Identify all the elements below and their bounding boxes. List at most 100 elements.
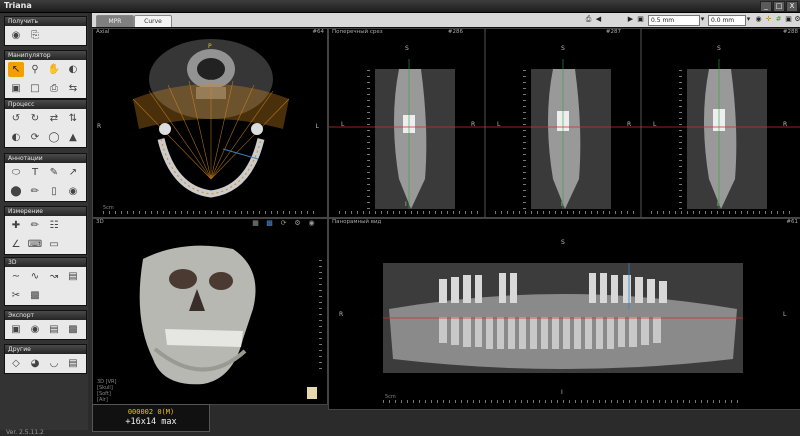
scale-ruler <box>651 211 791 214</box>
probe-icon[interactable]: ✏ <box>27 218 43 233</box>
fit-icon[interactable]: ▣ <box>8 81 24 96</box>
cross-section-view[interactable]: Поперечный срез #286 #287 #288 S I L R S… <box>328 28 800 218</box>
interval-select[interactable]: 0.0 mm <box>708 15 746 26</box>
axial-image <box>132 39 290 198</box>
graph-icon[interactable]: ↝ <box>46 269 62 284</box>
layout-icon[interactable]: ▦ <box>251 219 260 228</box>
nerve-icon[interactable]: ∼ <box>8 269 24 284</box>
ruler-icon[interactable]: ⌨ <box>27 237 43 252</box>
pen-icon[interactable]: ✎ <box>46 165 62 180</box>
panel-measurement: Измерение ✚ ✏ ☷ ∠ ⌨ ▭ <box>4 206 87 255</box>
orient-top: S <box>561 239 565 246</box>
dicom-icon[interactable]: ▩ <box>65 322 81 337</box>
scale-ruler <box>339 211 479 214</box>
settings-icon[interactable]: ⚙ <box>793 15 800 24</box>
version-label: Ver. 2.5.11.2 <box>6 429 44 436</box>
thickness-select[interactable]: 0.5 mm <box>648 15 700 26</box>
next-icon[interactable]: ▶ <box>626 15 635 24</box>
eye-icon[interactable]: ◉ <box>65 184 81 199</box>
camera-icon[interactable]: ◉ <box>307 219 316 228</box>
sharpen-icon[interactable]: ▲ <box>65 130 81 145</box>
arch-icon[interactable]: ◡ <box>46 356 62 371</box>
orient-bottom: I <box>717 201 719 208</box>
status-panel: 000002 0(M) +16x14 max <box>92 404 210 432</box>
panel-title: Процесс <box>5 100 86 109</box>
print-icon[interactable]: ⎙ <box>584 15 593 24</box>
scale-ruler <box>103 211 317 214</box>
tooth-icon[interactable]: ◇ <box>8 356 24 371</box>
eraser-icon[interactable]: ▯ <box>46 184 62 199</box>
reset-icon[interactable]: ⟳ <box>27 130 43 145</box>
chart-icon[interactable]: ▤ <box>65 269 81 284</box>
filter-icon[interactable]: ◯ <box>46 130 62 145</box>
maximize-button[interactable]: □ <box>773 1 785 12</box>
rotate-left-icon[interactable]: ↺ <box>8 111 24 126</box>
panel-title: Получить <box>5 17 86 26</box>
roi-icon[interactable]: ⬤ <box>8 184 24 199</box>
pointer-icon[interactable]: ↖ <box>8 62 24 77</box>
panel-manipulator: Манипулятор ↖ ⚲ ✋ ◐ ▣ □ ⎙ ⇆ <box>4 50 87 99</box>
tab-curve[interactable]: Curve <box>134 15 172 27</box>
target-icon[interactable]: ◉ <box>754 15 763 24</box>
orient-left: R <box>339 311 344 318</box>
reset-view-icon[interactable]: ⟳ <box>279 219 288 228</box>
density-icon[interactable]: ☷ <box>46 218 62 233</box>
app-title: Triana <box>4 1 32 10</box>
axial-view[interactable]: Axial #64 P R L 5cm <box>92 28 328 218</box>
chevron-down-icon[interactable]: ▾ <box>744 15 753 24</box>
marker-icon[interactable]: ✏ <box>27 184 43 199</box>
jaw-icon[interactable]: ◕ <box>27 356 43 371</box>
orient-left: L <box>341 121 345 128</box>
scale-ruler <box>523 69 526 209</box>
curve-icon[interactable]: ∿ <box>27 269 43 284</box>
orient-left: R <box>97 123 102 130</box>
sync-icon[interactable]: ⇆ <box>65 81 81 96</box>
implant-icon[interactable]: ✚ <box>8 218 24 233</box>
tab-mpr[interactable]: MPR <box>96 15 134 27</box>
ellipse-icon[interactable]: ⬭ <box>8 165 24 180</box>
crosshair-icon[interactable]: ✛ <box>764 15 773 24</box>
cube-icon[interactable]: ▩ <box>27 288 43 303</box>
report-icon[interactable]: ▤ <box>65 356 81 371</box>
close-button[interactable]: X <box>786 1 798 12</box>
fullscreen-icon[interactable]: ▣ <box>784 15 793 24</box>
chevron-down-icon[interactable]: ▾ <box>698 15 707 24</box>
rectangle-icon[interactable]: ▭ <box>46 237 62 252</box>
rotate-right-icon[interactable]: ↻ <box>27 111 43 126</box>
volume-3d-view[interactable]: 3D ▦ ▩ ⟳ ⚙ ◉ 3D [VR] [Skull] [Soft] [Air… <box>92 218 328 405</box>
zoom-icon[interactable]: ⚲ <box>27 62 43 77</box>
scale-ruler <box>383 400 743 403</box>
text-icon[interactable]: T <box>27 165 43 180</box>
invert-icon[interactable]: ◐ <box>8 130 24 145</box>
film-icon[interactable]: ▤ <box>46 322 62 337</box>
orient-top: S <box>717 45 721 52</box>
panoramic-view[interactable]: Панорамный вид #61 S I R L 5cm <box>328 218 800 410</box>
save-icon[interactable]: ▣ <box>8 322 24 337</box>
panel-title: Другие <box>5 345 86 354</box>
page-icon[interactable]: □ <box>27 81 43 96</box>
camera-icon[interactable]: ◉ <box>27 322 43 337</box>
skull-render <box>139 245 317 399</box>
camera-icon[interactable]: ◉ <box>8 28 24 43</box>
orient-right: R <box>627 121 632 128</box>
settings-icon[interactable]: ⚙ <box>293 219 302 228</box>
orient-left: L <box>653 121 657 128</box>
contrast-icon[interactable]: ◐ <box>65 62 81 77</box>
pan-hand-icon[interactable]: ✋ <box>46 62 62 77</box>
mirror-icon[interactable]: ⇅ <box>65 111 81 126</box>
grid-icon[interactable]: # <box>774 15 783 24</box>
print-icon[interactable]: ⎙ <box>46 81 62 96</box>
import-icon[interactable]: ⎘ <box>27 28 43 43</box>
arrow-icon[interactable]: ↗ <box>65 165 81 180</box>
angle-icon[interactable]: ∠ <box>8 237 24 252</box>
orient-bottom: I <box>561 201 563 208</box>
minimize-button[interactable]: _ <box>760 1 772 12</box>
cut-icon[interactable]: ✂ <box>8 288 24 303</box>
scale-ruler <box>367 69 370 209</box>
orient-right: L <box>783 311 787 318</box>
scale-ruler <box>495 211 635 214</box>
flip-icon[interactable]: ⇄ <box>46 111 62 126</box>
cube-icon[interactable]: ▩ <box>265 219 274 228</box>
prev-icon[interactable]: ◀ <box>594 15 603 24</box>
layout-icon[interactable]: ▣ <box>636 15 645 24</box>
